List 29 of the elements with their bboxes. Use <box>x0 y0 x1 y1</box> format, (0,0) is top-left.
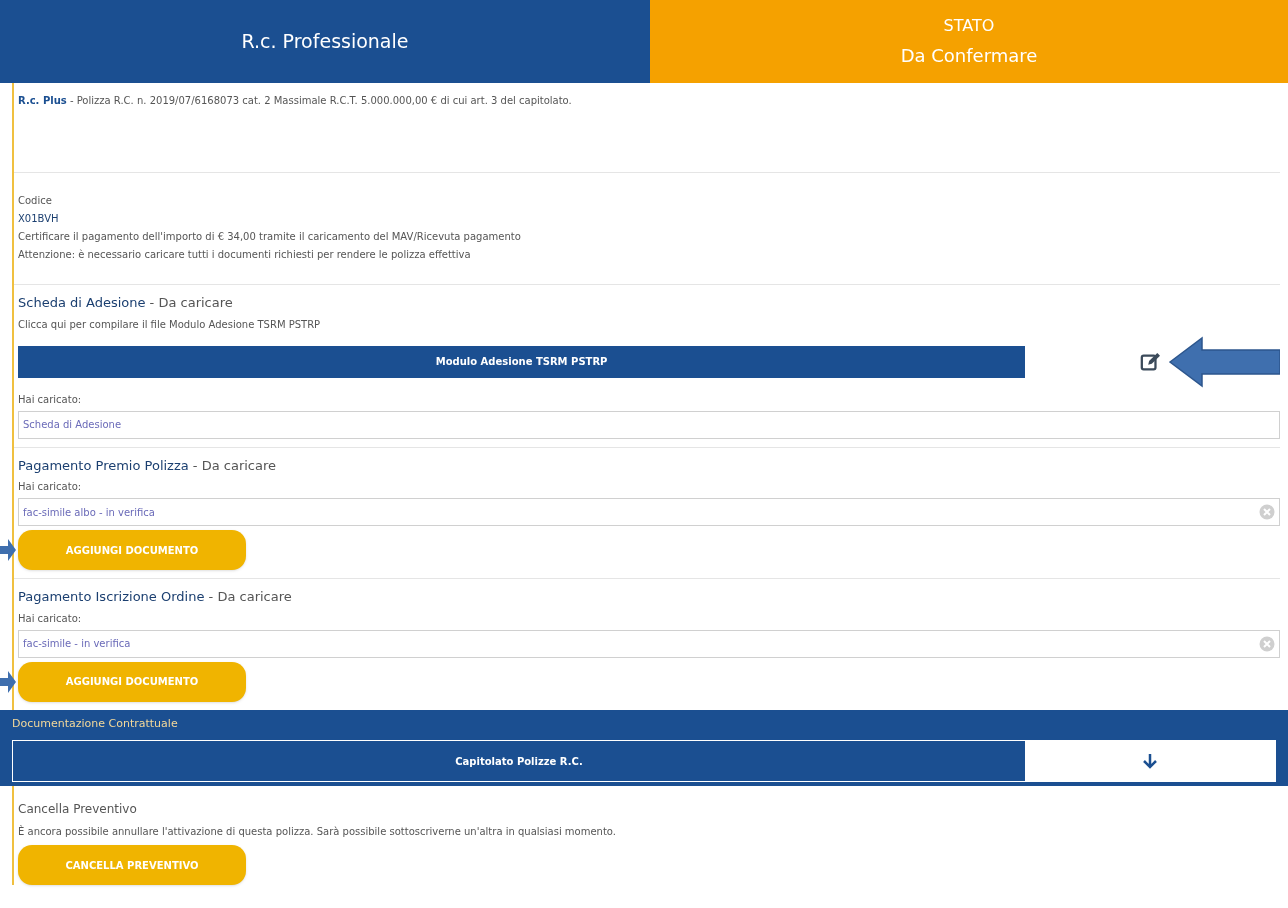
info-text: Attenzione: è necessario caricare tutti i documenti richiesti per rendere le polizza effettiva <box>18 248 472 262</box>
remove-icon[interactable] <box>1259 635 1275 652</box>
pointer-arrow-icon <box>0 537 16 563</box>
hint-text: Clicca qui per compilare il file Modulo Adesione TSRM PSTRP <box>18 317 322 332</box>
code-label: Codice <box>18 194 53 208</box>
download-button[interactable] <box>1025 741 1275 781</box>
info-text: Certificare il pagamento dell'importo di € 34,00 tramite il caricamento del MAV/Ricevuta pagamento <box>18 230 522 244</box>
status-label: STATO <box>943 15 995 37</box>
document-title: Pagamento Premio Polizza - Da caricare <box>18 456 278 475</box>
policy-description: R.c. Plus - Polizza R.C. n. 2019/07/6168073 cat. 2 Massimale R.C.T. 5.000.000,00 € di cui art. 3 del capitolato. <box>18 94 573 108</box>
status-value: Da Confermare <box>900 44 1038 68</box>
cancel-text: È ancora possibile annullare l'attivazione di questa polizza. Sarà possibile sottoscriverne un'altra in qualsiasi momento. <box>18 824 617 839</box>
cancel-title: Cancella Preventivo <box>18 801 138 818</box>
uploaded-file-field[interactable]: fac-simile albo - in verifica <box>18 498 1280 526</box>
uploaded-file-field[interactable]: Scheda di Adesione <box>18 410 1280 439</box>
pointer-arrow-icon <box>1168 335 1280 388</box>
uploaded-label: Hai caricato: <box>18 611 83 626</box>
download-arrow-icon <box>1143 753 1157 769</box>
section-title: Documentazione Contrattuale <box>12 715 179 732</box>
code-value: X01BVH <box>18 212 60 226</box>
edit-icon[interactable] <box>1140 350 1162 373</box>
document-title: Scheda di Adesione - Da caricare <box>18 294 234 312</box>
uploaded-label: Hai caricato: <box>18 392 83 407</box>
uploaded-file-field[interactable]: fac-simile - in verifica <box>18 629 1280 658</box>
remove-icon[interactable] <box>1259 504 1275 520</box>
page-title: R.c. Professionale <box>241 29 409 55</box>
document-title: Pagamento Iscrizione Ordine - Da caricare <box>18 588 293 606</box>
form-button[interactable]: Modulo Adesione TSRM PSTRP <box>18 345 1026 378</box>
uploaded-label: Hai caricato: <box>18 480 83 494</box>
